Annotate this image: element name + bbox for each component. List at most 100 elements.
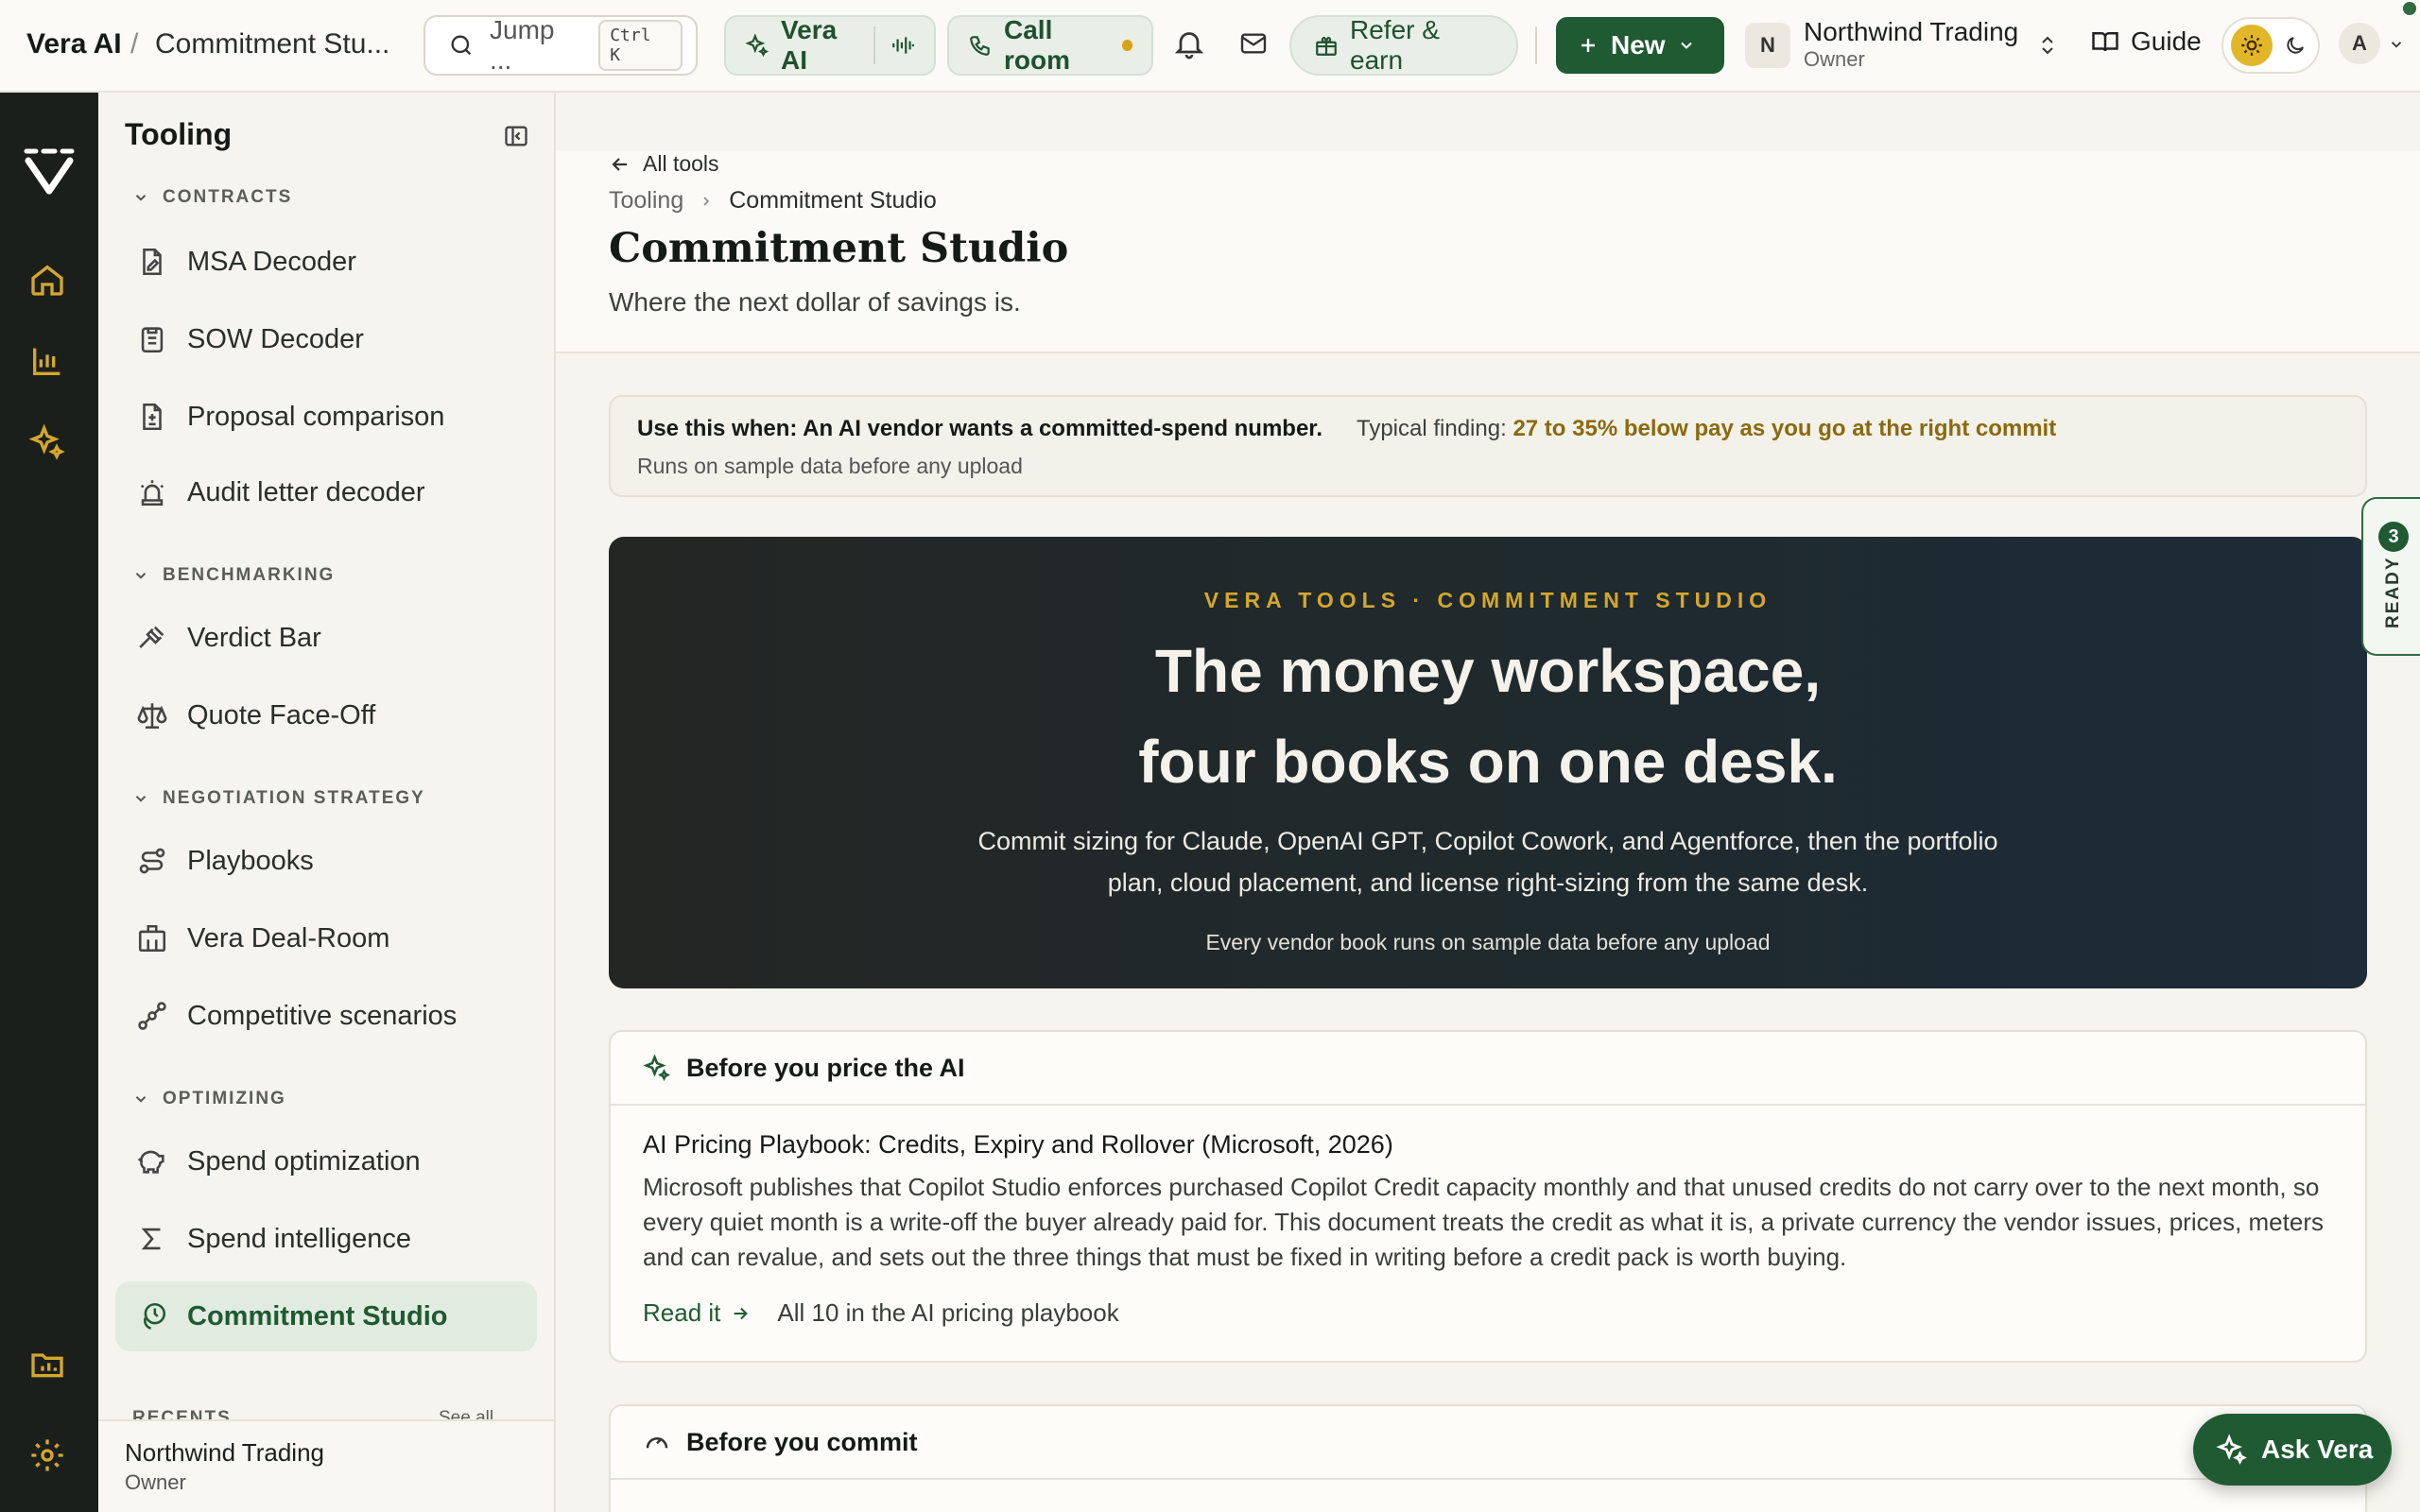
sidebar-item-spend-optimization[interactable]: Spend optimization xyxy=(115,1126,537,1196)
workspace-role: Owner xyxy=(125,1470,186,1494)
page-subtitle: Where the next dollar of savings is. xyxy=(609,287,1021,317)
workspace-name: Northwind Trading xyxy=(125,1438,324,1467)
panel-collapse-icon[interactable] xyxy=(503,123,529,149)
hint-when: Use this when: An AI vendor wants a comm… xyxy=(637,416,1322,441)
sidebar-item-label: Quote Face-Off xyxy=(187,699,376,730)
before-you-price-card: Before you price the AI AI Pricing Playb… xyxy=(609,1030,2367,1363)
user-avatar[interactable]: A xyxy=(2339,23,2380,64)
search-shortcut: Ctrl K xyxy=(598,20,683,71)
org-avatar[interactable]: N xyxy=(1745,23,1790,68)
sidebar-item-spend-intelligence[interactable]: Spend intelligence xyxy=(115,1204,537,1274)
sun-icon[interactable] xyxy=(2231,25,2273,66)
sidebar-item-label: Playbooks xyxy=(187,845,314,876)
sparkles-icon xyxy=(643,1054,671,1082)
sidebar-item-label: Commitment Studio xyxy=(187,1300,448,1332)
read-it-link[interactable]: Read it xyxy=(643,1298,751,1328)
chevron-down-icon xyxy=(135,195,147,201)
route-icon xyxy=(139,848,165,874)
chevron-right-icon xyxy=(703,196,710,206)
sidebar-item-msa-decoder[interactable]: MSA Decoder xyxy=(115,227,537,297)
sidebar-item-vera-deal-room[interactable]: Vera Deal-Room xyxy=(115,903,537,973)
sidebar-item-verdict-bar[interactable]: Verdict Bar xyxy=(115,603,537,673)
section-negotiation-strategy[interactable]: NEGOTIATION STRATEGY xyxy=(132,788,425,809)
ready-label: READY xyxy=(2383,556,2403,628)
sidebar-item-label: MSA Decoder xyxy=(187,246,356,277)
guide-button[interactable]: Guide xyxy=(2091,26,2202,57)
all-tools-link[interactable]: All tools xyxy=(609,151,719,177)
sparkles-icon[interactable] xyxy=(28,423,66,461)
ready-tab[interactable]: 3 READY xyxy=(2361,497,2420,656)
moon-icon[interactable] xyxy=(2284,34,2307,57)
sidebar-item-competitive-scenarios[interactable]: Competitive scenarios xyxy=(115,981,537,1051)
home-icon[interactable] xyxy=(28,261,66,299)
vera-ai-button[interactable]: Vera AI xyxy=(724,15,936,76)
sparkles-icon xyxy=(2216,1434,2247,1465)
sidebar-item-proposal-comparison[interactable]: Proposal comparison xyxy=(115,382,537,452)
search-placeholder: Jump ... xyxy=(490,15,555,75)
bar-chart-icon[interactable] xyxy=(28,342,66,380)
section-benchmarking[interactable]: BENCHMARKING xyxy=(132,565,335,586)
ask-vera-button[interactable]: Ask Vera xyxy=(2193,1414,2392,1486)
time-coin-icon xyxy=(144,1302,166,1330)
theme-toggle[interactable] xyxy=(2221,17,2320,74)
sidebar-item-label: Vera Deal-Room xyxy=(187,922,390,954)
hero-headline: The money workspace, four books on one d… xyxy=(609,626,2367,807)
sidebar-item-audit-letter-decoder[interactable]: Audit letter decoder xyxy=(115,457,537,527)
org-name[interactable]: Northwind Trading xyxy=(1804,17,2018,47)
chevron-down-icon xyxy=(135,1096,147,1103)
audio-waveform-icon[interactable] xyxy=(890,33,915,58)
finding-value: 27 to 35% below pay as you go at the rig… xyxy=(1512,416,2057,441)
page-title: Commitment Studio xyxy=(609,225,1069,272)
doc-title[interactable]: AI Pricing Playbook: Credits, Expiry and… xyxy=(643,1130,1393,1160)
file-edit-icon xyxy=(143,248,162,276)
sidebar-title: Tooling xyxy=(125,117,233,151)
hint-note: Runs on sample data before any upload xyxy=(637,454,1023,478)
workspace-footer[interactable]: Northwind Trading Owner xyxy=(98,1419,554,1512)
sidebar-item-label: Spend optimization xyxy=(187,1145,421,1177)
refer-label: Refer & earn xyxy=(1350,15,1440,75)
sidebar-item-quote-face-off[interactable]: Quote Face-Off xyxy=(115,680,537,750)
section-optimizing[interactable]: OPTIMIZING xyxy=(132,1089,286,1109)
gear-icon[interactable] xyxy=(28,1436,66,1474)
sidebar-item-commitment-studio[interactable]: Commitment Studio xyxy=(115,1281,537,1351)
sidebar-item-label: Competitive scenarios xyxy=(187,1000,458,1031)
hero-banner: VERA TOOLS · COMMITMENT STUDIO The money… xyxy=(609,537,2367,988)
new-label: New xyxy=(1611,30,1666,60)
building-icon xyxy=(138,924,166,953)
clipboard-list-icon xyxy=(141,327,164,353)
section-contracts[interactable]: CONTRACTS xyxy=(132,187,292,208)
inbox-icon[interactable] xyxy=(1238,28,1269,59)
sidebar-item-playbooks[interactable]: Playbooks xyxy=(115,826,537,896)
call-room-button[interactable]: Call room xyxy=(947,15,1153,76)
vera-logo[interactable] xyxy=(21,142,78,195)
all-playbook-link[interactable]: All 10 in the AI pricing playbook xyxy=(777,1298,1118,1328)
gauge-icon xyxy=(646,1437,668,1449)
hero-eyebrow: VERA TOOLS · COMMITMENT STUDIO xyxy=(1203,588,1772,612)
chevron-down-icon xyxy=(1677,36,1696,55)
breadcrumb-parent[interactable]: Tooling xyxy=(609,187,683,215)
hint-finding: Typical finding: 27 to 35% below pay as … xyxy=(1357,416,2056,442)
vera-ai-label: Vera AI xyxy=(781,15,838,75)
search-input[interactable]: Jump ... Ctrl K xyxy=(424,15,698,76)
new-button[interactable]: New xyxy=(1556,17,1724,74)
sidebar-item-sow-decoder[interactable]: SOW Decoder xyxy=(115,304,537,374)
call-room-label: Call room xyxy=(1004,15,1070,75)
piggy-bank-icon xyxy=(137,1150,164,1174)
hero-line-2: four books on one desk. xyxy=(1138,728,1838,796)
card-links: Read it All 10 in the AI pricing playboo… xyxy=(643,1298,1119,1328)
chevrons-up-down-icon[interactable] xyxy=(2036,32,2059,59)
hero-line-1: The money workspace, xyxy=(1154,637,1822,705)
bell-icon[interactable] xyxy=(1172,26,1206,60)
folder-chart-icon[interactable] xyxy=(28,1346,66,1383)
section-label: CONTRACTS xyxy=(163,187,293,207)
read-it-label: Read it xyxy=(643,1298,721,1327)
card-heading: Before you commit xyxy=(686,1427,918,1456)
app-name[interactable]: Vera AI xyxy=(26,28,122,60)
refer-earn-button[interactable]: Refer & earn xyxy=(1289,15,1518,76)
chevron-down-icon[interactable] xyxy=(2388,36,2405,53)
file-diff-icon xyxy=(143,403,162,431)
arrow-left-icon xyxy=(612,157,627,171)
phone-icon xyxy=(968,33,993,58)
book-icon xyxy=(2091,27,2119,56)
sparkles-icon xyxy=(745,33,769,58)
